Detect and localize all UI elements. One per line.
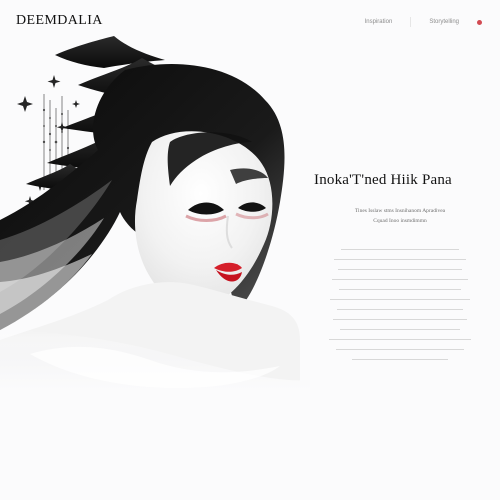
subheading-line: Cquad Inoo insmdimmn xyxy=(373,218,427,224)
hero-headline: Inoka'T'ned Hiik Pana xyxy=(314,172,452,188)
body-copy xyxy=(314,244,486,364)
nav-link-inspiration[interactable]: Inspiration xyxy=(365,19,393,25)
body-line xyxy=(314,354,486,364)
nav-menu: Inspiration Storytelling xyxy=(365,17,482,27)
body-line xyxy=(314,264,486,274)
body-line xyxy=(314,314,486,324)
body-line xyxy=(314,344,486,354)
body-line xyxy=(314,334,486,344)
body-line xyxy=(314,294,486,304)
hero-subheading: Tines Isslaw stms Insnihanom Apradivea C… xyxy=(314,206,486,226)
body-line xyxy=(314,254,486,264)
nav-divider xyxy=(410,17,412,27)
logo[interactable]: DEEMDALIA xyxy=(16,13,103,29)
subheading-line: Tines Isslaw stms Insnihanom Apradivea xyxy=(354,208,446,214)
status-dot xyxy=(477,19,482,25)
body-line xyxy=(314,304,486,314)
nav-link-storytelling[interactable]: Storytelling xyxy=(429,19,459,25)
body-line xyxy=(314,244,486,254)
body-line xyxy=(314,284,486,294)
portrait-illustration xyxy=(0,36,310,390)
hero-artwork xyxy=(0,30,310,390)
body-line xyxy=(314,324,486,334)
body-line xyxy=(314,274,486,284)
